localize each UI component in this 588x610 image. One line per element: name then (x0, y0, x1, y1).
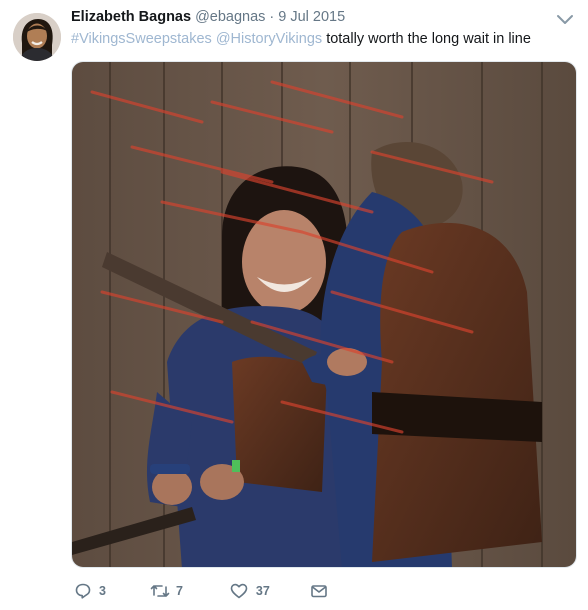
envelope-icon (310, 583, 328, 599)
author-name[interactable]: Elizabeth Bagnas (71, 9, 191, 25)
direct-message-button[interactable] (310, 583, 328, 599)
tweet-photo[interactable] (71, 61, 577, 568)
tweet-actions: 3 7 37 (71, 580, 328, 602)
mention-link[interactable]: @HistoryVikings (216, 31, 322, 47)
like-button[interactable]: 37 (230, 583, 270, 599)
author-handle[interactable]: @ebagnas (195, 9, 265, 25)
tweet-date[interactable]: 9 Jul 2015 (278, 9, 345, 25)
like-count: 37 (255, 584, 270, 598)
chevron-down-icon[interactable] (555, 12, 575, 28)
photo-image (72, 62, 576, 567)
hashtag-link[interactable]: #VikingsSweepstakes (71, 31, 212, 47)
retweet-count: 7 (175, 584, 183, 598)
retweet-button[interactable]: 7 (150, 583, 183, 599)
reply-button[interactable]: 3 (75, 583, 106, 599)
retweet-icon (150, 583, 170, 599)
reply-icon (75, 583, 91, 599)
tweet-body-text: totally worth the long wait in line (326, 31, 531, 47)
reply-count: 3 (99, 584, 106, 598)
separator: · (269, 9, 275, 25)
avatar[interactable] (13, 13, 61, 61)
tweet-text: #VikingsSweepstakes @HistoryVikings tota… (71, 31, 531, 47)
heart-icon (230, 583, 248, 599)
tweet-header: Elizabeth Bagnas @ebagnas · 9 Jul 2015 (71, 9, 345, 29)
avatar-image (13, 13, 61, 61)
